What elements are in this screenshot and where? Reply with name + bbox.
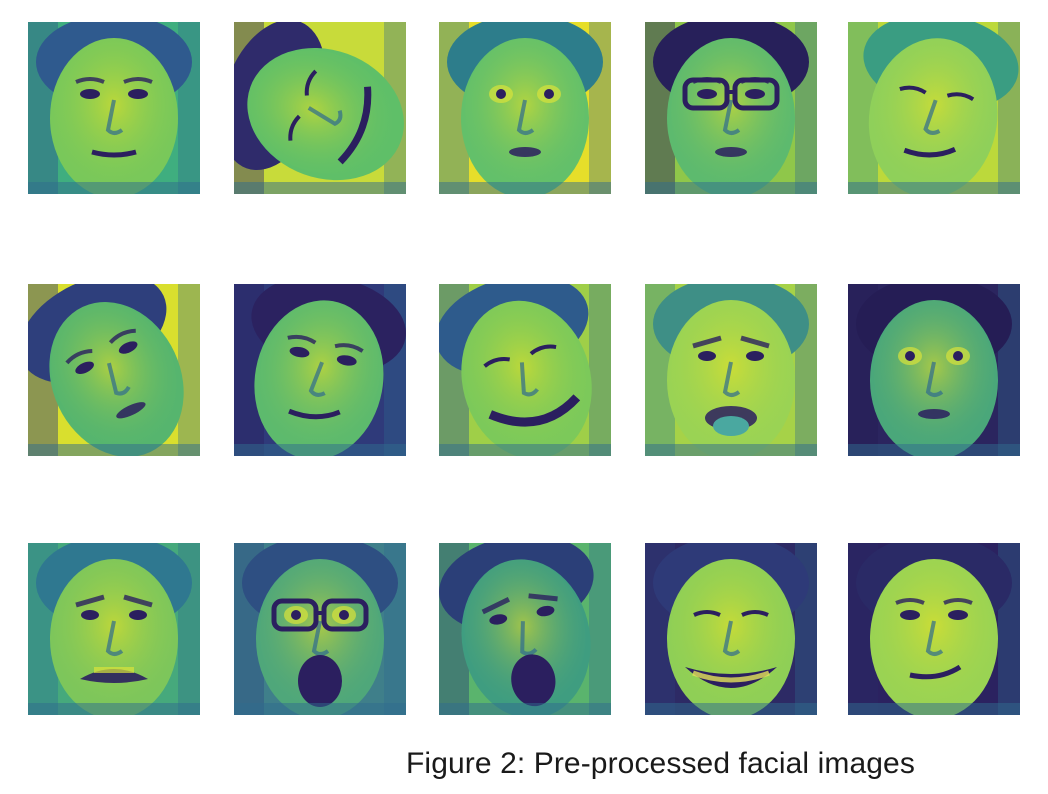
face-image-face-man-neutral — [28, 22, 200, 194]
face-image-grid — [0, 0, 1048, 740]
face-image-face-screaming — [439, 543, 611, 715]
face-image-face-man-glasses — [645, 22, 817, 194]
face-image-face-laughing — [645, 543, 817, 715]
face-image-face-shocked-glasses — [234, 543, 406, 715]
face-image-face-bearded-surprised — [848, 284, 1020, 456]
face-image-face-woman-dark-hair — [234, 284, 406, 456]
figure-caption: Figure 2: Pre-processed facial images — [406, 747, 915, 780]
face-image-face-child-crying — [28, 543, 200, 715]
face-image-face-woman-surprised — [439, 22, 611, 194]
face-image-face-grimace-distorted — [439, 284, 611, 456]
face-image-face-warped-sideways — [234, 22, 406, 194]
figure: Figure 2: Pre-processed facial images — [0, 0, 1048, 794]
face-image-face-smirk-closeup — [848, 22, 1020, 194]
face-image-face-tilted-woman — [28, 284, 200, 456]
face-image-face-tongue-out — [645, 284, 817, 456]
face-image-face-woman-smirk — [848, 543, 1020, 715]
